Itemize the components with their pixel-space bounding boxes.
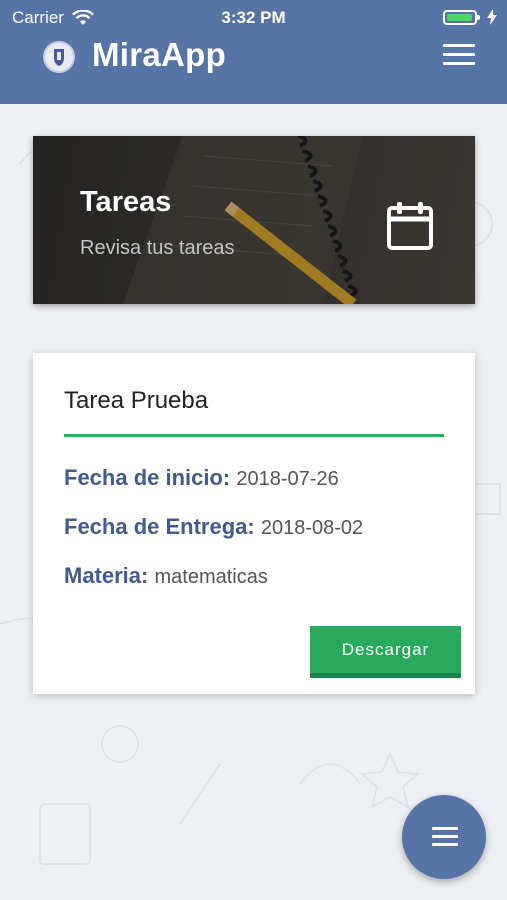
due-date-row: Fecha de Entrega: 2018-08-02	[64, 514, 363, 540]
hamburger-menu-icon[interactable]	[443, 44, 475, 72]
school-logo	[43, 41, 75, 73]
calendar-icon	[387, 202, 433, 250]
task-card: Tarea Prueba Fecha de inicio: 2018-07-26…	[33, 353, 475, 694]
battery-icon	[443, 9, 480, 25]
due-date-label: Fecha de Entrega:	[64, 514, 255, 539]
subject-label: Materia:	[64, 563, 149, 588]
title-divider	[64, 434, 444, 437]
floating-menu-button[interactable]	[402, 795, 486, 879]
status-bar: Carrier 3:32 PM	[0, 0, 507, 36]
due-date-value: 2018-08-02	[260, 517, 364, 539]
subject-value: matematicas	[154, 566, 268, 588]
start-date-value: 2018-07-26	[236, 468, 339, 490]
app-bar: MiraApp	[0, 36, 507, 104]
tareas-banner: Tareas Revisa tus tareas	[33, 136, 475, 304]
task-title: Tarea Prueba	[64, 387, 209, 414]
start-date-row: Fecha de inicio: 2018-07-26	[64, 465, 339, 491]
charging-icon	[487, 9, 497, 25]
app-title: MiraApp	[92, 36, 227, 73]
status-time: 3:32 PM	[221, 8, 286, 27]
download-button[interactable]: Descargar	[310, 626, 461, 678]
start-date-label: Fecha de inicio:	[64, 465, 231, 490]
subject-row: Materia: matematicas	[64, 563, 268, 589]
banner-title: Tareas	[80, 186, 172, 218]
banner-subtitle: Revisa tus tareas	[80, 237, 235, 259]
